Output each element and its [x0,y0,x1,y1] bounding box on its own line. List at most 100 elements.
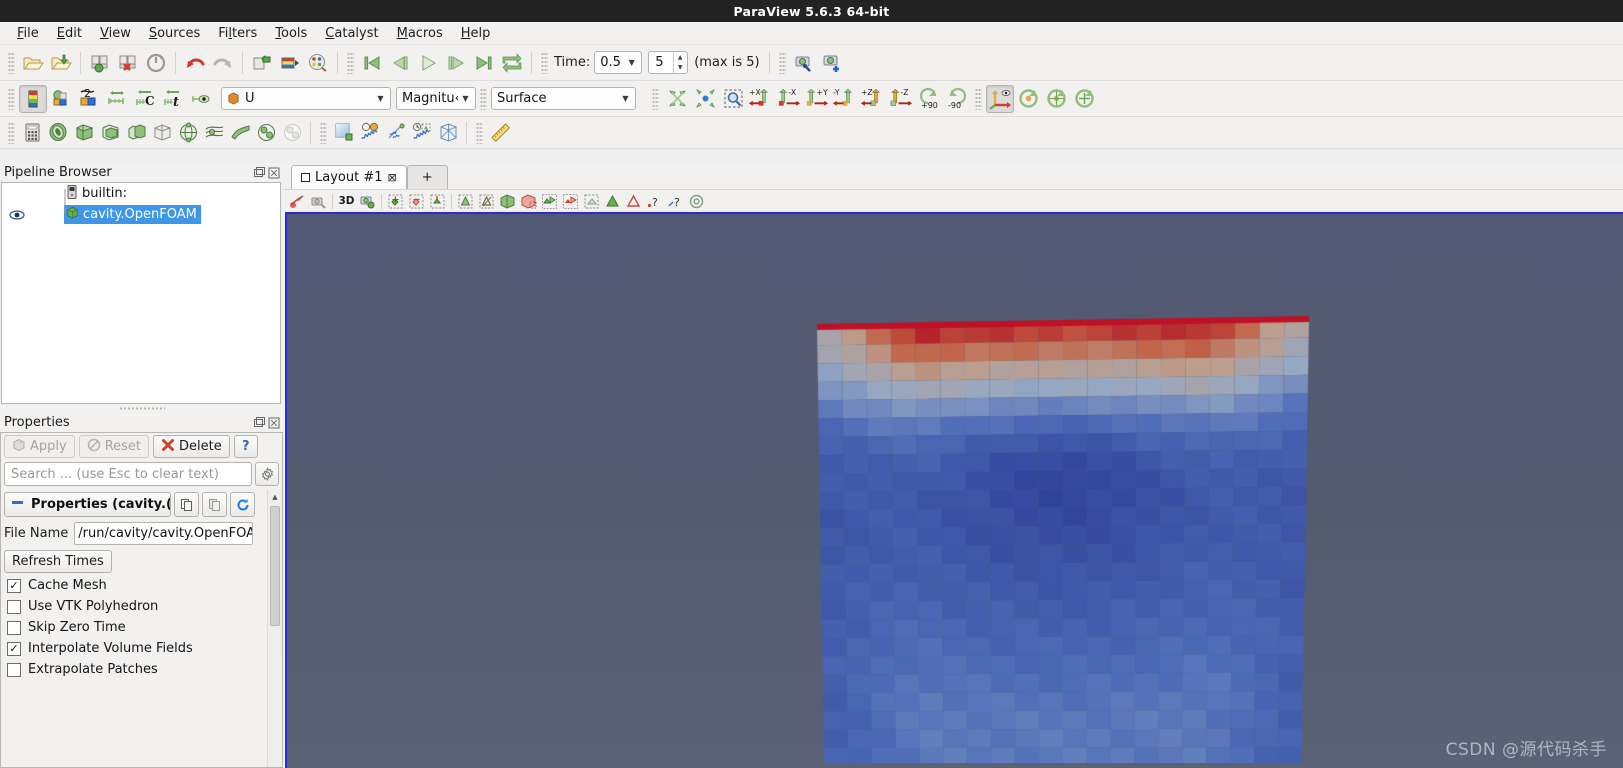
delete-button[interactable]: Delete [153,435,230,458]
rescale-to-data-range-icon[interactable]: 2 [75,85,103,113]
menu-item-help[interactable]: Help [452,24,500,43]
select-cells-on-icon[interactable] [385,191,406,211]
file-name-input[interactable]: /run/cavity/cavity.OpenFOAI [74,522,253,545]
spreadsheet-icon[interactable] [435,120,461,146]
spinner-up-icon[interactable]: ▲ [674,52,686,63]
select-cells-through-icon[interactable] [427,191,448,211]
frustum-select-cells-icon[interactable] [497,191,518,211]
advanced-properties-icon[interactable] [255,462,279,486]
connect-server-icon[interactable] [248,49,276,77]
minus-z-icon[interactable]: -Z [887,85,915,113]
view-mode-3d-button[interactable]: 3D [336,191,357,211]
restore-defaults-icon[interactable] [230,492,255,517]
checkbox-indicator[interactable]: ✓ [7,578,21,593]
toolbar-grip[interactable] [347,51,354,74]
first-frame-icon[interactable] [358,49,386,77]
calculator-icon[interactable] [19,120,45,146]
undo-icon[interactable] [181,49,209,77]
menu-item-view[interactable]: View [91,24,140,43]
ruler-icon[interactable] [487,120,513,146]
toolbar-grip[interactable] [476,121,483,144]
frustum-select-points-icon[interactable] [518,191,539,211]
play-icon[interactable] [414,49,442,77]
open-recent-icon[interactable] [47,49,75,77]
representation-combo[interactable]: Surface ▼ [491,87,636,110]
scroll-up-icon[interactable]: ▲ [268,490,282,504]
extract-subset-icon[interactable] [149,120,175,146]
rescale-visible-range-icon[interactable] [187,85,215,113]
rotate-90-ccw-icon[interactable]: +90 [915,85,943,113]
redo-icon[interactable] [209,49,237,77]
color-legend-toggle-icon[interactable] [19,84,47,113]
reset-center-icon[interactable] [1014,85,1042,113]
scrollbar-thumb[interactable] [270,506,280,626]
spinner-buttons[interactable]: ▲ ▼ [673,52,686,73]
zoom-to-box-icon[interactable] [719,85,747,113]
extract-level-icon[interactable] [279,120,305,146]
new-layout-tab[interactable]: + [406,165,448,189]
last-used-filter-icon[interactable] [331,120,357,146]
menu-item-catalyst[interactable]: Catalyst [316,24,387,43]
next-frame-icon[interactable] [442,49,470,77]
toolbar-grip[interactable] [541,51,548,74]
contour-icon[interactable] [45,120,71,146]
rescale-to-data-over-time-icon[interactable]: C [131,85,159,113]
zoom-to-data-icon[interactable] [691,85,719,113]
hover-cells-icon[interactable] [602,191,623,211]
menu-item-filters[interactable]: Filters [209,24,266,43]
properties-scrollbar[interactable]: ▲ [267,490,282,768]
checkbox-indicator[interactable] [7,620,21,635]
component-combo[interactable]: Magnitu‹ ▼ [396,87,476,110]
apply-button[interactable]: Apply [4,435,75,458]
show-orientation-axes-icon[interactable] [1070,85,1098,113]
rotate-90-cw-icon[interactable]: -90 [943,85,971,113]
plus-y-icon[interactable]: +Y [803,85,831,113]
properties-scroll-area[interactable]: Properties (cavity.( File Name /run/cavi… [0,490,283,768]
rescale-to-custom-range-icon[interactable] [103,85,131,113]
camera-undo-icon[interactable] [308,191,329,211]
plot-over-time-icon[interactable] [409,120,435,146]
menu-item-macros[interactable]: Macros [388,24,452,43]
query-cells-icon[interactable]: ? [644,191,665,211]
toolbar-grip[interactable] [8,87,15,110]
save-animation-icon[interactable] [818,49,846,77]
select-points-polygon-icon[interactable] [455,191,476,211]
dock-splitter[interactable] [0,404,283,413]
clip-icon[interactable] [71,120,97,146]
toolbar-grip[interactable] [652,87,659,110]
warp-icon[interactable] [227,120,253,146]
save-state-icon[interactable] [86,49,114,77]
checkbox-indicator[interactable] [7,662,21,677]
select-cells-polygon-icon[interactable] [476,191,497,211]
hover-points-icon[interactable] [623,191,644,211]
time-value-combo[interactable]: 0.5 ▼ [594,51,643,74]
menu-item-edit[interactable]: Edit [48,24,91,43]
plot-over-line-icon[interactable] [357,120,383,146]
copy-properties-icon[interactable] [174,492,199,517]
pick-center-icon[interactable] [1042,85,1070,113]
properties-section-header[interactable]: Properties (cavity.( [4,492,171,517]
plus-x-icon[interactable]: +X [747,85,775,113]
frame-index-spinbox[interactable]: 5 ▲ ▼ [648,51,689,74]
glyph-icon[interactable] [175,120,201,146]
cavity-visualization[interactable] [287,214,1623,763]
toolbar-grip[interactable] [480,87,487,110]
toolbar-grip[interactable] [8,121,15,144]
toolbar-grip[interactable] [320,121,327,144]
reset-camera-icon[interactable] [663,85,691,113]
toolbar-grip[interactable] [8,51,15,74]
checkbox-indicator[interactable]: ✓ [7,641,21,656]
reset-selection-icon[interactable] [686,191,707,211]
minus-x-icon[interactable]: -X [775,85,803,113]
plot-selection-icon[interactable] [383,120,409,146]
group-datasets-icon[interactable] [253,120,279,146]
pipeline-browser[interactable]: builtin: cavity.OpenFOAM [1,182,281,404]
interactive-select-points-icon[interactable] [560,191,581,211]
refresh-times-button[interactable]: Refresh Times [4,550,112,573]
checkbox-indicator[interactable] [7,599,21,614]
show-center-axes-icon[interactable] [986,84,1014,113]
previous-frame-icon[interactable] [386,49,414,77]
spinner-down-icon[interactable]: ▼ [674,63,686,74]
rescale-to-temporal-range-icon[interactable]: t [159,85,187,113]
render-view[interactable]: CSDN @源代码杀手 [285,212,1623,768]
